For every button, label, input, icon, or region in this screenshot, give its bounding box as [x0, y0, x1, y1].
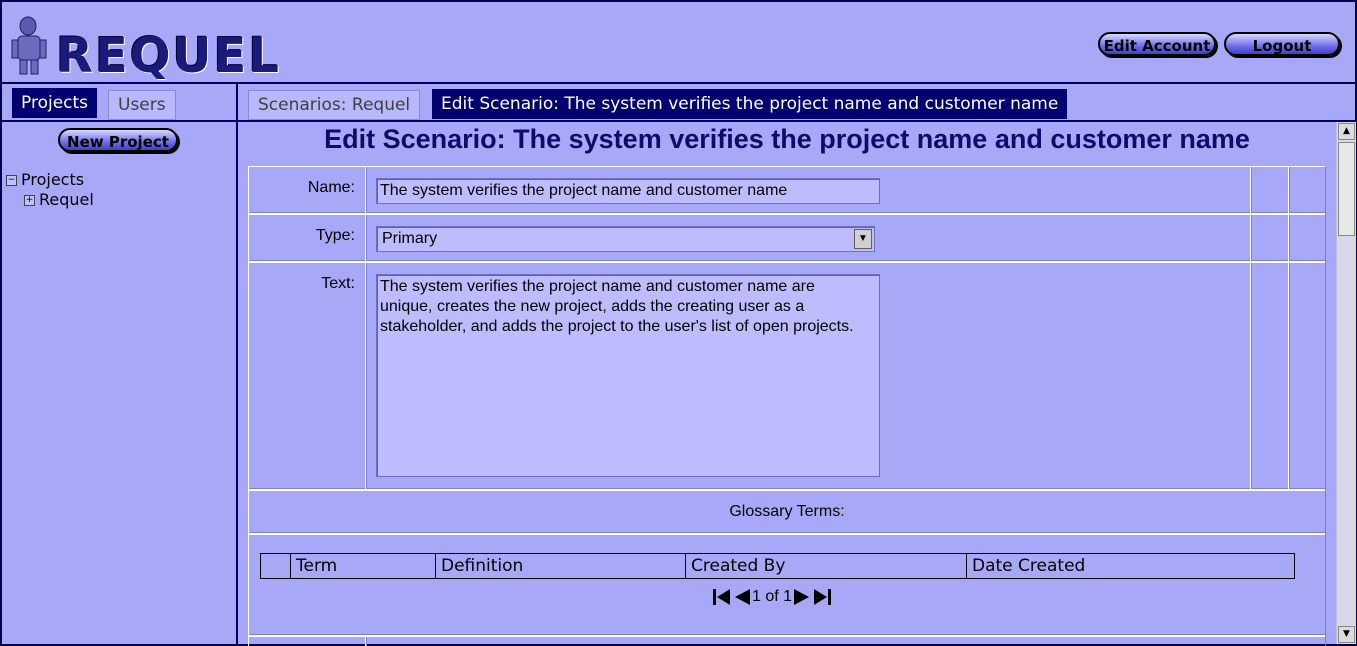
logo-text: REQUEL — [56, 28, 281, 84]
type-select-value: Primary — [382, 230, 438, 247]
column-divider — [365, 263, 366, 489]
logout-button[interactable]: Logout — [1224, 32, 1340, 56]
column-divider — [1288, 263, 1289, 489]
scroll-down-icon[interactable]: ▼ — [1338, 626, 1355, 643]
column-divider — [1250, 167, 1251, 213]
tree-node-label[interactable]: Projects — [21, 170, 84, 189]
text-area[interactable]: The system verifies the project name and… — [376, 274, 880, 477]
left-tab-bar: Projects Users — [2, 84, 236, 122]
column-header-date-created[interactable]: Date Created — [966, 554, 1294, 578]
scrollbar-thumb[interactable] — [1338, 142, 1355, 236]
text-label: Text: — [321, 275, 355, 292]
tab-projects[interactable]: Projects — [12, 88, 98, 118]
main-content: Edit Scenario: The system verifies the p… — [238, 122, 1336, 646]
column-divider — [365, 215, 366, 261]
text-row: Text: The system verifies the project na… — [249, 263, 1325, 491]
project-tree: − Projects + Requel — [6, 170, 94, 210]
edit-account-button[interactable]: Edit Account — [1098, 32, 1216, 56]
collapse-icon[interactable]: − — [6, 175, 17, 186]
next-row — [249, 637, 1325, 646]
column-header-term[interactable]: Term — [290, 554, 435, 578]
expand-icon[interactable]: + — [24, 195, 35, 206]
type-select[interactable]: Primary ▼ — [376, 226, 875, 252]
last-page-icon[interactable] — [812, 588, 832, 606]
tab-scenarios[interactable]: Scenarios: Requel — [248, 90, 421, 120]
page-title: Edit Scenario: The system verifies the p… — [324, 124, 1250, 154]
header: REQUEL Edit Account Logout — [2, 2, 1355, 84]
type-row: Type: Primary ▼ — [249, 215, 1325, 263]
next-page-icon[interactable] — [792, 588, 812, 606]
requel-logo: REQUEL — [6, 14, 296, 84]
scroll-up-icon[interactable]: ▲ — [1338, 123, 1355, 140]
name-label: Name: — [307, 179, 355, 196]
tree-node-label[interactable]: Requel — [39, 190, 94, 209]
column-divider — [1288, 215, 1289, 261]
column-divider — [1288, 167, 1289, 213]
column-divider — [1250, 263, 1251, 489]
robot-logo-icon — [11, 16, 47, 75]
new-project-button[interactable]: New Project — [58, 128, 178, 152]
tree-node-projects[interactable]: − Projects — [6, 170, 94, 190]
column-header-created-by[interactable]: Created By — [685, 554, 966, 578]
tab-users[interactable]: Users — [108, 90, 176, 120]
type-label: Type: — [315, 227, 355, 244]
glossary-table-row — [249, 535, 1325, 637]
previous-page-icon[interactable] — [732, 588, 752, 606]
column-divider — [365, 637, 366, 646]
tree-node-requel[interactable]: + Requel — [6, 190, 94, 210]
glossary-label: Glossary Terms: — [729, 503, 845, 520]
first-page-icon[interactable] — [712, 588, 732, 606]
column-divider — [365, 167, 366, 213]
pager: 1 of 1 — [712, 587, 832, 607]
page-indicator: 1 of 1 — [752, 588, 793, 605]
glossary-table: Term Definition Created By Date Created — [260, 553, 1295, 579]
chevron-down-icon[interactable]: ▼ — [854, 229, 872, 249]
glossary-label-row: Glossary Terms: — [249, 491, 1325, 535]
select-column-header — [261, 554, 290, 578]
column-header-definition[interactable]: Definition — [435, 554, 685, 578]
column-divider — [1250, 215, 1251, 261]
name-row: Name: The system verifies the project na… — [249, 167, 1325, 215]
name-field[interactable]: The system verifies the project name and… — [376, 178, 880, 204]
right-tab-bar: Scenarios: Requel Edit Scenario: The sys… — [238, 84, 1355, 122]
tab-edit-scenario[interactable]: Edit Scenario: The system verifies the p… — [432, 89, 1068, 119]
vertical-scrollbar[interactable]: ▲ ▼ — [1336, 122, 1356, 644]
